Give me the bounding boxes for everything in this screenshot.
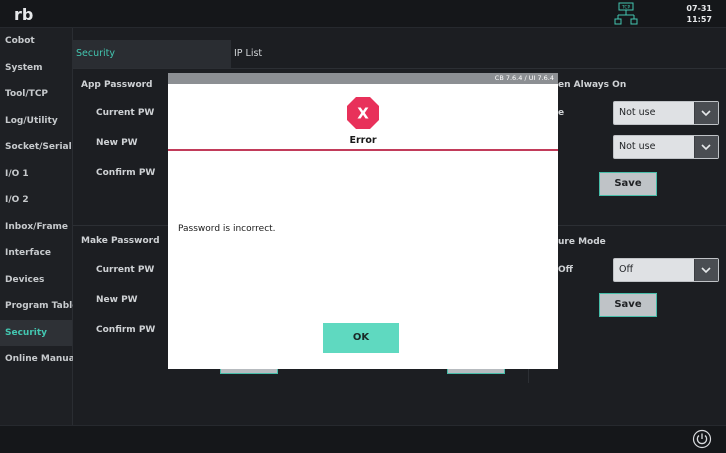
version-label: CB 7.6.4 / UI 7.6.4 [494, 74, 554, 82]
ok-button[interactable]: OK [323, 323, 399, 353]
dialog-title: Error [349, 135, 377, 146]
error-dialog: CB 7.6.4 / UI 7.6.4 X Error Password is … [168, 73, 558, 369]
dialog-title-underline [168, 149, 558, 151]
dialog-header-bar: CB 7.6.4 / UI 7.6.4 [168, 73, 558, 84]
svg-text:X: X [357, 105, 369, 123]
modal-overlay: CB 7.6.4 / UI 7.6.4 X Error Password is … [0, 0, 726, 453]
error-icon: X [347, 97, 379, 129]
dialog-message: Password is incorrect. [178, 224, 276, 234]
